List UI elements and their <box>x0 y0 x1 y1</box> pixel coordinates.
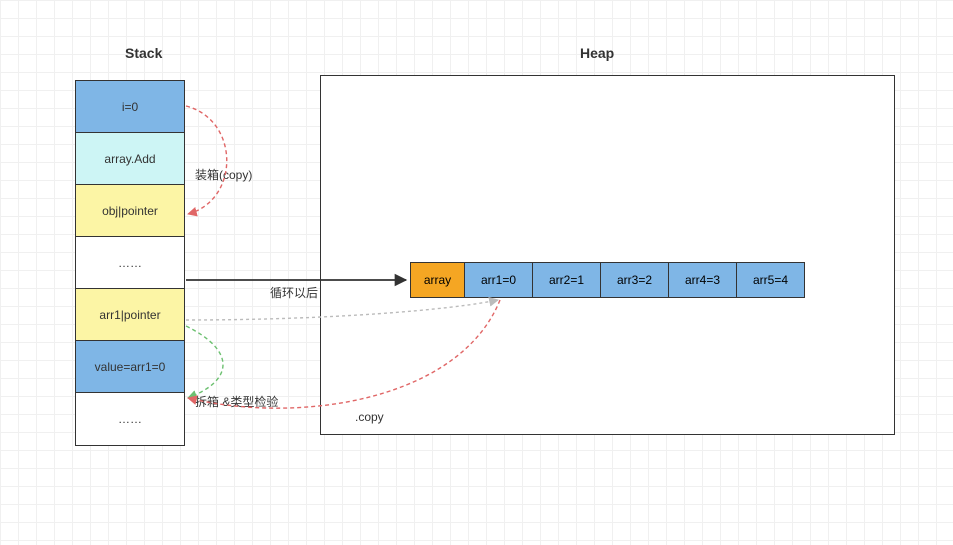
stack-title: Stack <box>125 45 162 61</box>
heap-title: Heap <box>580 45 614 61</box>
stack-cell-arr1ptr: arr1|pointer <box>76 289 184 341</box>
stack-cell-arrayadd: array.Add <box>76 133 184 185</box>
heap-array-head: array <box>410 262 465 298</box>
label-loop: 循环以后 <box>270 284 318 301</box>
stack-cell-ellipsis1: …… <box>76 237 184 289</box>
heap-array-cell-3: arr4=3 <box>669 262 737 298</box>
label-boxing: 装箱(copy) <box>195 166 252 183</box>
heap-frame <box>320 75 895 435</box>
label-copy: .copy <box>355 410 384 424</box>
stack-column: i=0 array.Add obj|pointer …… arr1|pointe… <box>75 80 185 446</box>
heap-array-cell-2: arr3=2 <box>601 262 669 298</box>
label-unboxing: 拆箱 &类型检验 <box>195 393 278 410</box>
heap-array-cell-4: arr5=4 <box>737 262 805 298</box>
stack-cell-i: i=0 <box>76 81 184 133</box>
stack-cell-ellipsis2: …… <box>76 393 184 445</box>
stack-cell-value: value=arr1=0 <box>76 341 184 393</box>
stack-cell-objptr: obj|pointer <box>76 185 184 237</box>
heap-array-cell-0: arr1=0 <box>465 262 533 298</box>
heap-array-cell-1: arr2=1 <box>533 262 601 298</box>
heap-array-row: array arr1=0 arr2=1 arr3=2 arr4=3 arr5=4 <box>410 262 805 298</box>
